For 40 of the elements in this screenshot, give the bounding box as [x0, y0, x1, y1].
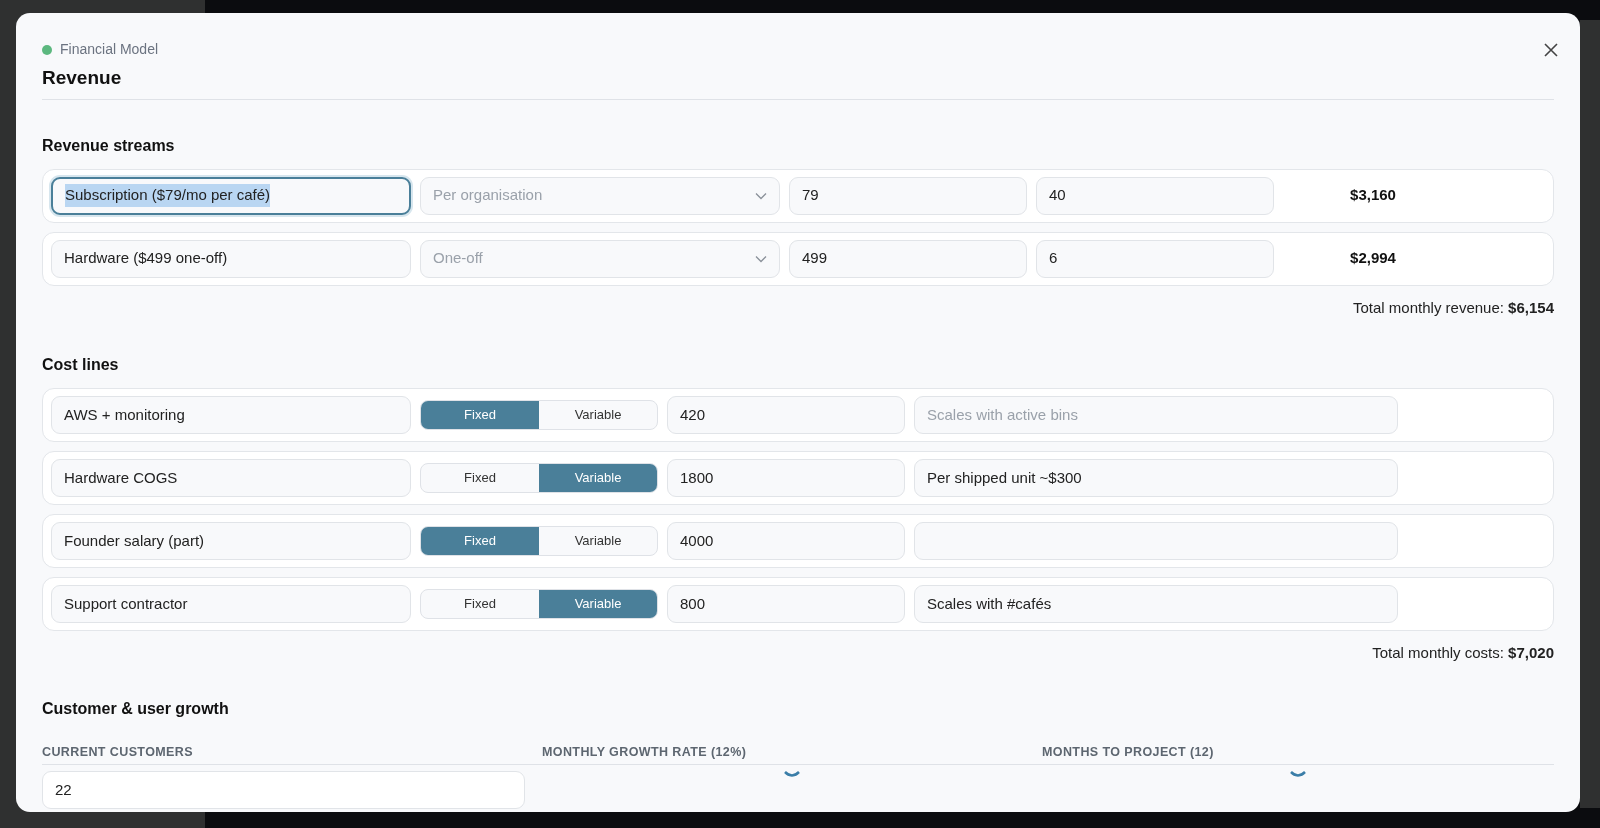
section-heading: Revenue streams [42, 135, 176, 156]
status-label: Financial Model [60, 40, 159, 59]
input-field[interactable]: 420 [667, 396, 905, 434]
column-label: MONTHS TO PROJECT (12) [1042, 743, 1215, 761]
input-field[interactable]: Per shipped unit ~$300 [914, 459, 1398, 497]
column-label: MONTHLY GROWTH RATE (12%) [542, 743, 748, 761]
row-total: $3,160 [1349, 185, 1397, 206]
input-field[interactable]: 800 [667, 585, 905, 623]
row-total: $2,994 [1349, 248, 1397, 269]
toggle-option[interactable]: Variable [539, 401, 657, 429]
total-summary: Total monthly revenue: $6,154 [1352, 297, 1554, 318]
section-heading: Cost lines [42, 355, 120, 375]
input-field[interactable]: Subscription ($79/mo per café) [51, 176, 411, 215]
chevron-icon [755, 191, 767, 200]
input-field[interactable]: Support contractor [51, 585, 411, 623]
input-field[interactable]: 22 [42, 771, 525, 810]
toggle-option[interactable]: Variable [539, 464, 657, 492]
total-summary: Total monthly costs: $7,020 [1371, 643, 1554, 663]
input-field[interactable]: Hardware COGS [51, 459, 411, 497]
toggle-option[interactable]: Variable [539, 527, 657, 555]
modal-title: Revenue [42, 66, 123, 90]
input-field[interactable]: 40 [1036, 176, 1274, 215]
input-field[interactable] [914, 522, 1398, 560]
toggle-option[interactable]: Fixed [421, 590, 539, 618]
toggle-option[interactable]: Fixed [421, 527, 539, 555]
input-field[interactable]: Hardware ($499 one-off) [51, 239, 411, 278]
input-field[interactable]: 6 [1036, 239, 1274, 278]
input-field[interactable]: AWS + monitoring [51, 396, 411, 434]
toggle-option[interactable]: Fixed [421, 464, 539, 492]
input-field[interactable]: Founder salary (part) [51, 522, 411, 560]
input-field[interactable]: 1800 [667, 459, 905, 497]
section-heading: Customer & user growth [42, 698, 230, 719]
input-field[interactable]: Scales with #cafés [914, 585, 1398, 623]
toggle-option[interactable]: Variable [539, 590, 657, 618]
column-label: CURRENT CUSTOMERS [42, 743, 195, 761]
chevron-icon [755, 254, 767, 263]
toggle-option[interactable]: Fixed [421, 401, 539, 429]
input-field[interactable]: 499 [789, 239, 1027, 278]
input-field[interactable]: 4000 [667, 522, 905, 560]
input-field[interactable]: 79 [789, 176, 1027, 215]
